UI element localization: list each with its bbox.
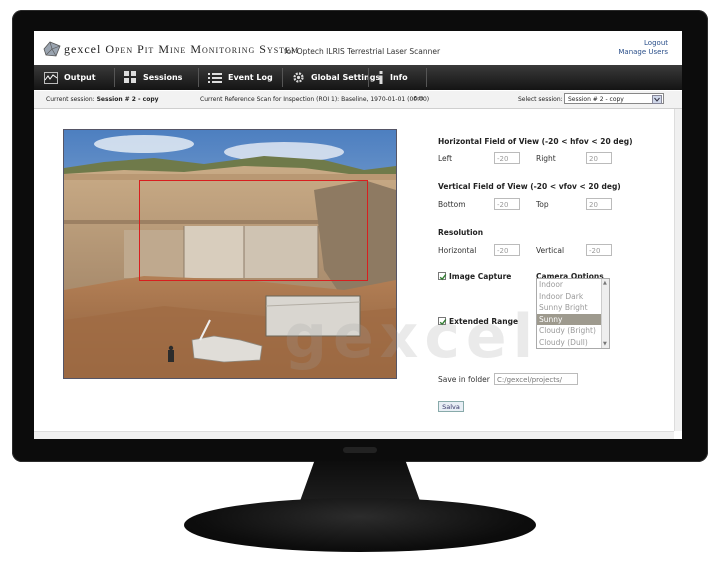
- gear-icon: [293, 72, 304, 83]
- brand-name: gexcel: [64, 42, 102, 56]
- image-capture-checkbox[interactable]: [438, 272, 447, 281]
- session-bar: Current session: Session # 2 - copy Curr…: [34, 91, 682, 109]
- save-button[interactable]: Salva: [438, 401, 464, 412]
- app-subtitle: for Optech ILRIS Terrestrial Laser Scann…: [284, 47, 441, 56]
- checkmark-icon: [439, 274, 447, 281]
- camera-option-indoor-dark[interactable]: Indoor Dark: [537, 291, 609, 303]
- nav-event-log-label: Event Log: [228, 73, 273, 82]
- logout-link[interactable]: Logout: [618, 39, 668, 48]
- scan-settings-form: Horizontal Field of View (-20 < hfov < 2…: [438, 109, 678, 431]
- current-session-value: Session # 2 - copy: [96, 96, 159, 103]
- nav-divider: [114, 68, 115, 87]
- grid-icon: [124, 71, 136, 83]
- monitor-neck: [300, 461, 420, 501]
- vertical-scrollbar[interactable]: [674, 109, 682, 431]
- nav-output[interactable]: Output: [44, 65, 96, 90]
- watermark-text: gexcel: [284, 302, 540, 372]
- left-label: Left: [438, 154, 453, 163]
- bottom-label: Bottom: [438, 200, 466, 209]
- monitor-base: [184, 498, 536, 552]
- nav-output-label: Output: [64, 73, 96, 82]
- current-session-label: Current session:: [46, 96, 95, 103]
- list-icon: [208, 72, 222, 83]
- hfov-title: Horizontal Field of View (-20 < hfov < 2…: [438, 137, 633, 146]
- roi-rectangle[interactable]: [139, 180, 368, 281]
- save-folder-input[interactable]: C:/gexcel/projects/: [494, 373, 578, 385]
- horizontal-scrollbar[interactable]: [34, 431, 674, 439]
- nav-event-log[interactable]: Event Log: [208, 65, 273, 90]
- main-content: Horizontal Field of View (-20 < hfov < 2…: [34, 109, 674, 431]
- resolution-title: Resolution: [438, 228, 484, 237]
- nav-global-settings-label: Global Settings: [311, 73, 381, 82]
- nav-divider: [282, 68, 283, 87]
- app-name: Open Pit Mine Monitoring System: [105, 42, 300, 56]
- nav-divider: [368, 68, 369, 87]
- save-folder-label: Save in folder: [438, 375, 490, 384]
- image-capture-label: Image Capture: [449, 272, 512, 281]
- nav-info[interactable]: Info: [378, 65, 408, 90]
- reference-scan-info: Current Reference Scan for Inspection (R…: [200, 96, 430, 103]
- right-input[interactable]: 20: [586, 152, 612, 164]
- scroll-down-icon[interactable]: ▼: [603, 341, 607, 347]
- camera-option-indoor[interactable]: Indoor: [537, 279, 609, 291]
- current-session: Current session: Session # 2 - copy: [46, 96, 159, 103]
- horizontal-label: Horizontal: [438, 246, 477, 255]
- camera-option-cloudy-dull[interactable]: Cloudy (Dull): [537, 337, 609, 349]
- camera-option-sunny[interactable]: Sunny: [537, 313, 609, 325]
- monitor-logo: [343, 447, 377, 453]
- chevron-down-icon[interactable]: [652, 95, 662, 104]
- top-label: Top: [536, 200, 549, 209]
- vfov-title: Vertical Field of View (-20 < vfov < 20 …: [438, 182, 621, 191]
- camera-options-list[interactable]: Indoor Indoor Dark Sunny Bright Sunny Cl…: [536, 278, 610, 349]
- app-screen: gexcel Open Pit Mine Monitoring System f…: [34, 31, 682, 439]
- vertical-input[interactable]: -20: [586, 244, 612, 256]
- nav-sessions-label: Sessions: [143, 73, 183, 82]
- session-select-value: Session # 2 - copy: [568, 96, 624, 103]
- bottom-input[interactable]: -20: [494, 198, 520, 210]
- manage-users-link[interactable]: Manage Users: [618, 48, 668, 57]
- horizontal-input[interactable]: -20: [494, 244, 520, 256]
- select-session-label: Select session:: [518, 96, 563, 103]
- main-nav: Output Sessions Event Log Global Setting…: [34, 65, 682, 90]
- scroll-up-icon[interactable]: ▲: [603, 280, 607, 286]
- nav-sessions[interactable]: Sessions: [124, 65, 182, 90]
- waveform-icon: [44, 71, 58, 84]
- header-links: Logout Manage Users: [618, 39, 668, 57]
- left-input[interactable]: -20: [494, 152, 520, 164]
- camera-option-cloudy-bright[interactable]: Cloudy (Bright): [537, 325, 609, 337]
- nav-divider: [198, 68, 199, 87]
- app-title: gexcel Open Pit Mine Monitoring System: [64, 42, 299, 57]
- app-header: gexcel Open Pit Mine Monitoring System f…: [34, 31, 682, 66]
- info-icon: [379, 71, 383, 84]
- vertical-label: Vertical: [536, 246, 565, 255]
- reference-edit-button[interactable]: Edit: [414, 96, 424, 102]
- nav-info-label: Info: [390, 73, 408, 82]
- session-select[interactable]: Session # 2 - copy: [564, 93, 664, 104]
- nav-divider: [426, 68, 427, 87]
- brand-logo-icon: [43, 41, 61, 57]
- list-scrollbar[interactable]: ▲ ▼: [601, 279, 609, 348]
- camera-option-sunny-bright[interactable]: Sunny Bright: [537, 302, 609, 314]
- top-input[interactable]: 20: [586, 198, 612, 210]
- right-label: Right: [536, 154, 556, 163]
- nav-global-settings[interactable]: Global Settings: [292, 65, 380, 90]
